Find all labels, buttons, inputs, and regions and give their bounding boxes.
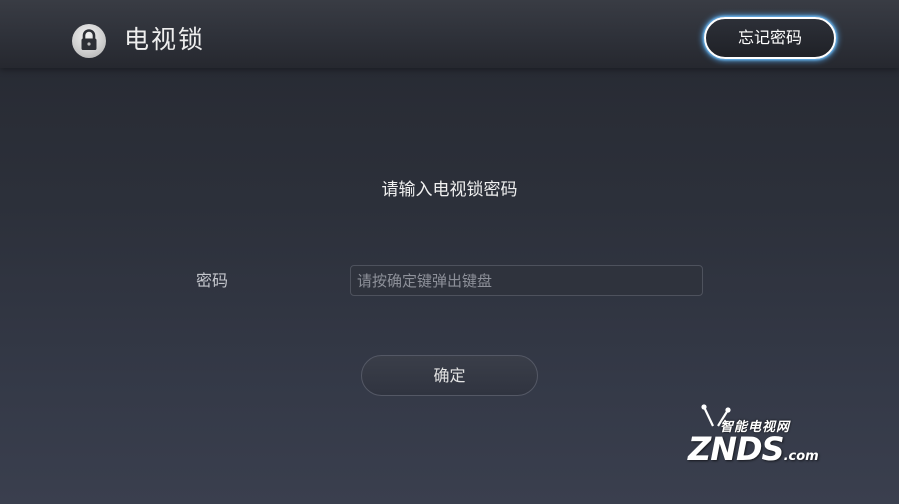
confirm-button[interactable]: 确定 <box>361 355 538 396</box>
password-label: 密码 <box>196 271 229 290</box>
lock-icon <box>72 24 106 58</box>
watermark-domain: .com <box>783 449 819 464</box>
password-prompt: 请输入电视锁密码 <box>381 180 518 200</box>
password-input[interactable] <box>350 265 703 296</box>
watermark-brand: ZNDS.com <box>688 430 819 468</box>
watermark-main-text: ZNDS <box>688 430 785 468</box>
tv-lock-screen: 电视锁 忘记密码 请输入电视锁密码 密码 确定 智能电视网 ZNDS.com <box>0 0 899 504</box>
page-title: 电视锁 <box>124 25 206 54</box>
forgot-password-button[interactable]: 忘记密码 <box>704 17 836 59</box>
znds-watermark-logo: 智能电视网 ZNDS.com <box>686 404 856 474</box>
header-bar: 电视锁 忘记密码 <box>0 0 899 68</box>
